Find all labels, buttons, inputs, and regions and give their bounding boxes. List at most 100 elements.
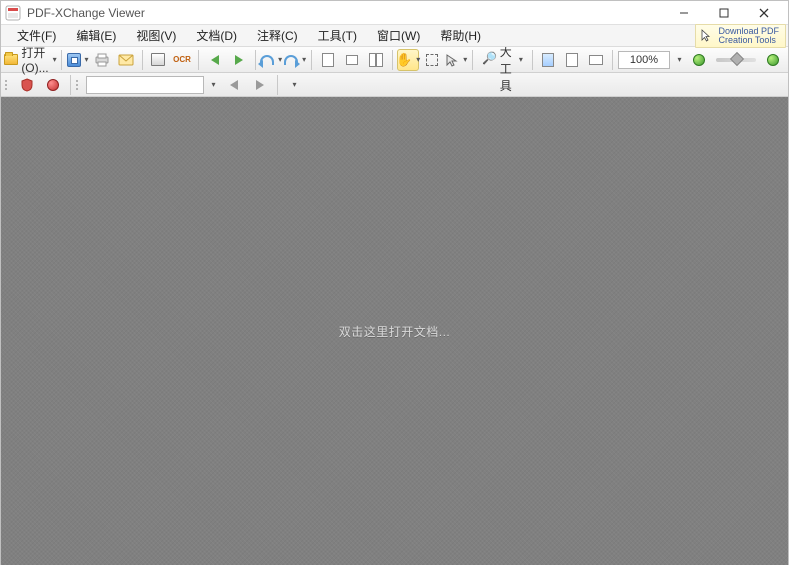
page-continuous-icon — [345, 52, 359, 68]
separator — [70, 75, 71, 95]
menu-window[interactable]: 窗口(W) — [367, 25, 430, 46]
zoom-tool-button[interactable]: 🔍 放大工具 ▾ — [478, 49, 527, 71]
separator — [612, 50, 613, 70]
snapshot-tool-button[interactable] — [421, 49, 443, 71]
undo-button[interactable]: ▾ — [260, 49, 282, 71]
printer-icon — [94, 52, 110, 68]
undo-icon — [260, 52, 274, 68]
toolbar-grip[interactable] — [76, 76, 82, 94]
separator — [61, 50, 62, 70]
fit-width-icon — [589, 52, 603, 68]
find-input[interactable] — [86, 76, 204, 94]
menu-tools[interactable]: 工具(T) — [308, 25, 367, 46]
separator — [142, 50, 143, 70]
fit-actual-button[interactable] — [537, 49, 559, 71]
document-area[interactable]: 双击这里打开文档... — [1, 97, 788, 565]
cursor-icon — [698, 28, 714, 44]
arrow-left-icon — [226, 77, 242, 93]
hand-icon: ✋ — [396, 52, 412, 68]
window-title: PDF-XChange Viewer — [27, 6, 145, 20]
redo-button[interactable]: ▾ — [284, 49, 306, 71]
chevron-down-icon: ▾ — [211, 80, 215, 89]
separator — [532, 50, 533, 70]
chevron-down-icon: ▾ — [53, 55, 57, 64]
hand-tool-button[interactable]: ✋▾ — [397, 49, 419, 71]
save-button[interactable]: ▾ — [67, 49, 89, 71]
redo-icon — [284, 52, 298, 68]
menu-help[interactable]: 帮助(H) — [430, 25, 491, 46]
disk-icon — [67, 52, 81, 68]
open-label: 打开(O)... — [21, 44, 48, 75]
zoom-out-icon — [692, 52, 706, 68]
separator — [277, 75, 278, 95]
titlebar: PDF-XChange Viewer — [1, 1, 788, 25]
chevron-down-icon: ▾ — [278, 55, 282, 64]
menubar: 文件(F) 编辑(E) 视图(V) 文档(D) 注释(C) 工具(T) 窗口(W… — [1, 25, 788, 47]
page-layout-single-button[interactable] — [317, 49, 339, 71]
arrow-right-icon — [232, 52, 246, 68]
arrow-left-icon — [208, 52, 222, 68]
select-tool-button[interactable]: ▾ — [445, 49, 467, 71]
menu-file[interactable]: 文件(F) — [7, 25, 66, 46]
page-single-icon — [321, 52, 335, 68]
menu-comments[interactable]: 注释(C) — [247, 25, 308, 46]
slider-thumb-icon — [730, 51, 744, 65]
ocr-button[interactable]: OCR — [171, 49, 193, 71]
page-facing-icon — [369, 52, 383, 68]
arrow-right-icon — [252, 77, 268, 93]
fit-page-icon — [565, 52, 579, 68]
chevron-down-icon: ▾ — [416, 55, 420, 64]
print-button[interactable] — [91, 49, 113, 71]
nav-forward-button[interactable] — [228, 49, 250, 71]
find-dropdown-button[interactable]: ▾ — [206, 74, 220, 96]
folder-open-icon — [4, 52, 18, 68]
fit-width-button[interactable] — [585, 49, 607, 71]
chevron-down-icon: ▾ — [302, 55, 306, 64]
chevron-down-icon: ▾ — [292, 80, 296, 89]
find-options-button[interactable]: ▾ — [283, 74, 305, 96]
open-button[interactable]: 打开(O)... ▾ — [5, 49, 56, 71]
fit-page-button[interactable] — [561, 49, 583, 71]
chevron-down-icon: ▾ — [519, 55, 523, 64]
separator — [311, 50, 312, 70]
security-button[interactable] — [15, 74, 39, 96]
magnifier-icon: 🔍 — [482, 52, 497, 68]
app-icon — [5, 5, 21, 21]
email-button[interactable] — [115, 49, 137, 71]
mail-icon — [118, 52, 134, 68]
zoom-input[interactable] — [618, 51, 670, 69]
scan-button[interactable] — [147, 49, 169, 71]
find-prev-button[interactable] — [222, 74, 246, 96]
zoom-in-icon — [766, 52, 780, 68]
select-icon — [445, 52, 459, 68]
menu-document[interactable]: 文档(D) — [186, 25, 247, 46]
page-layout-continuous-button[interactable] — [341, 49, 363, 71]
permissions-button[interactable] — [41, 74, 65, 96]
chevron-down-icon: ▾ — [463, 55, 467, 64]
main-toolbar: 打开(O)... ▾ ▾ OCR ▾ ▾ ✋▾ ▾ 🔍 放大工具 ▾ ▾ — [1, 47, 788, 73]
separator — [392, 50, 393, 70]
close-button[interactable] — [744, 2, 784, 24]
separator — [198, 50, 199, 70]
zoom-in-button[interactable] — [762, 49, 784, 71]
empty-document-hint: 双击这里打开文档... — [339, 323, 451, 340]
maximize-button[interactable] — [704, 2, 744, 24]
secondary-toolbar: ▾ ▾ — [1, 73, 788, 97]
download-pdf-tools-button[interactable]: Download PDF Creation Tools — [695, 24, 786, 48]
minimize-button[interactable] — [664, 2, 704, 24]
toolbar-grip[interactable] — [5, 76, 11, 94]
zoom-out-button[interactable] — [688, 49, 710, 71]
badge-icon — [45, 77, 61, 93]
find-next-button[interactable] — [248, 74, 272, 96]
menu-edit[interactable]: 编辑(E) — [66, 25, 126, 46]
separator — [255, 50, 256, 70]
page-layout-facing-button[interactable] — [365, 49, 387, 71]
zoom-slider[interactable] — [716, 58, 756, 62]
chevron-down-icon: ▾ — [677, 55, 681, 64]
nav-back-button[interactable] — [204, 49, 226, 71]
zoom-dropdown-button[interactable]: ▾ — [672, 49, 686, 71]
separator — [472, 50, 473, 70]
ocr-icon: OCR — [174, 52, 190, 68]
download-pdf-tools-label: Download PDF Creation Tools — [718, 27, 779, 45]
menu-view[interactable]: 视图(V) — [126, 25, 186, 46]
